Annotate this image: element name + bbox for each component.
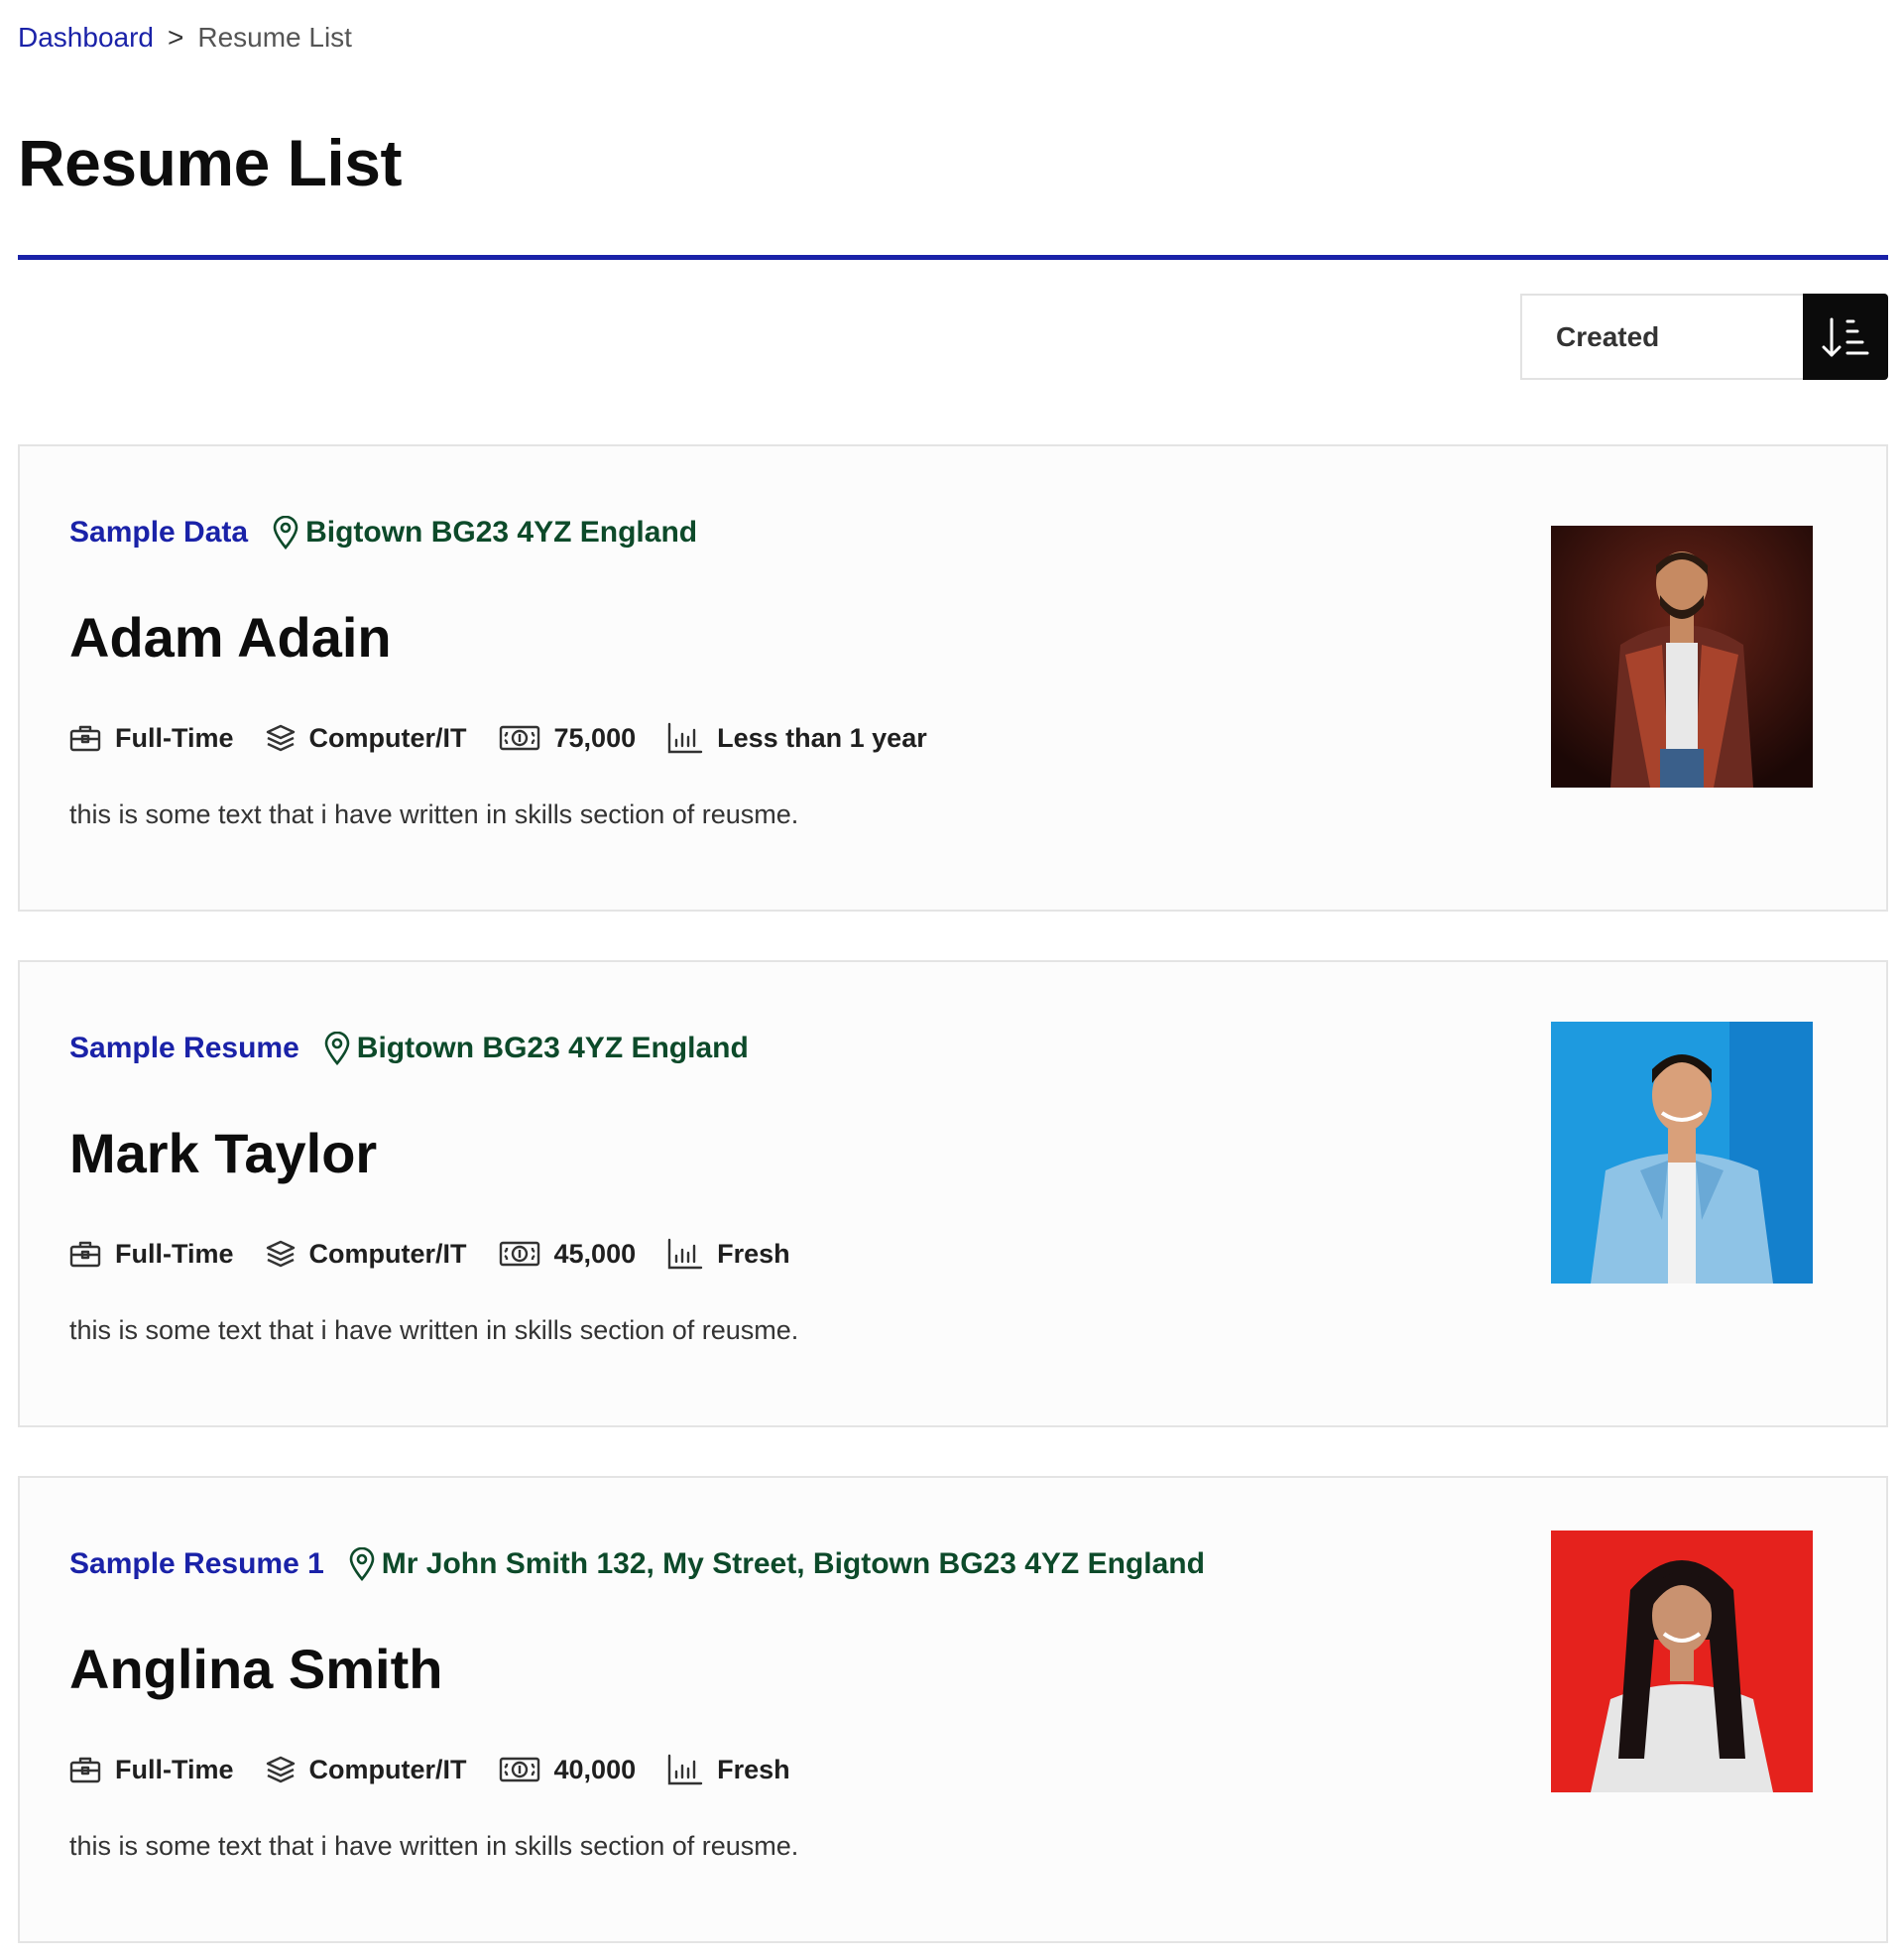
money-icon xyxy=(499,725,539,751)
layers-icon xyxy=(266,1756,295,1783)
skills-summary: this is some text that i have written in… xyxy=(69,1315,799,1345)
money-icon xyxy=(499,1241,539,1267)
location-pin-icon xyxy=(324,1032,350,1065)
bar-chart-icon xyxy=(667,1754,703,1785)
breadcrumb-dashboard-link[interactable]: Dashboard xyxy=(18,22,154,54)
person-photo-icon xyxy=(1551,1531,1813,1792)
resume-photo[interactable] xyxy=(1551,526,1813,788)
breadcrumb-separator: > xyxy=(167,22,184,53)
resume-title[interactable]: Sample Resume xyxy=(69,1032,299,1065)
bar-chart-icon xyxy=(667,722,703,754)
breadcrumb: Dashboard > Resume List xyxy=(18,22,352,54)
category: Computer/IT xyxy=(308,722,467,753)
category: Computer/IT xyxy=(308,1238,467,1269)
location-pin-icon xyxy=(349,1547,375,1581)
category: Computer/IT xyxy=(308,1754,467,1784)
resume-photo[interactable] xyxy=(1551,1022,1813,1284)
bar-chart-icon xyxy=(667,1238,703,1270)
breadcrumb-current: Resume List xyxy=(197,22,352,53)
briefcase-icon xyxy=(69,1241,101,1268)
layers-icon xyxy=(266,1240,295,1268)
sort-order-button[interactable] xyxy=(1803,294,1888,380)
page-title: Resume List xyxy=(18,126,402,199)
person-photo-icon xyxy=(1551,1022,1813,1284)
salary: 75,000 xyxy=(553,722,637,753)
resume-person-name[interactable]: Anglina Smith xyxy=(69,1637,442,1701)
briefcase-icon xyxy=(69,725,101,752)
salary: 40,000 xyxy=(553,1754,637,1784)
briefcase-icon xyxy=(69,1757,101,1783)
resume-person-name[interactable]: Adam Adain xyxy=(69,605,392,670)
title-divider xyxy=(18,255,1888,260)
resume-person-name[interactable]: Mark Taylor xyxy=(69,1121,377,1185)
sort-bar: Created xyxy=(1520,294,1888,380)
experience: Fresh xyxy=(717,1754,790,1784)
resume-title[interactable]: Sample Data xyxy=(69,516,248,550)
layers-icon xyxy=(266,724,295,752)
resume-title[interactable]: Sample Resume 1 xyxy=(69,1547,324,1581)
sort-descending-icon xyxy=(1822,317,1869,356)
resume-location: Bigtown BG23 4YZ England xyxy=(305,516,698,549)
resume-photo[interactable] xyxy=(1551,1531,1813,1792)
resume-location: Mr John Smith 132, My Street, Bigtown BG… xyxy=(381,1547,1205,1580)
experience: Less than 1 year xyxy=(717,722,927,753)
job-type: Full-Time xyxy=(115,1754,234,1784)
skills-summary: this is some text that i have written in… xyxy=(69,799,799,829)
sort-by-select[interactable]: Created xyxy=(1520,294,1803,380)
job-type: Full-Time xyxy=(115,722,234,753)
experience: Fresh xyxy=(717,1238,790,1269)
salary: 45,000 xyxy=(553,1238,637,1269)
job-type: Full-Time xyxy=(115,1238,234,1269)
resume-location: Bigtown BG23 4YZ England xyxy=(356,1032,749,1064)
money-icon xyxy=(499,1757,539,1782)
skills-summary: this is some text that i have written in… xyxy=(69,1831,799,1861)
person-photo-icon xyxy=(1551,526,1813,788)
location-pin-icon xyxy=(273,516,298,550)
